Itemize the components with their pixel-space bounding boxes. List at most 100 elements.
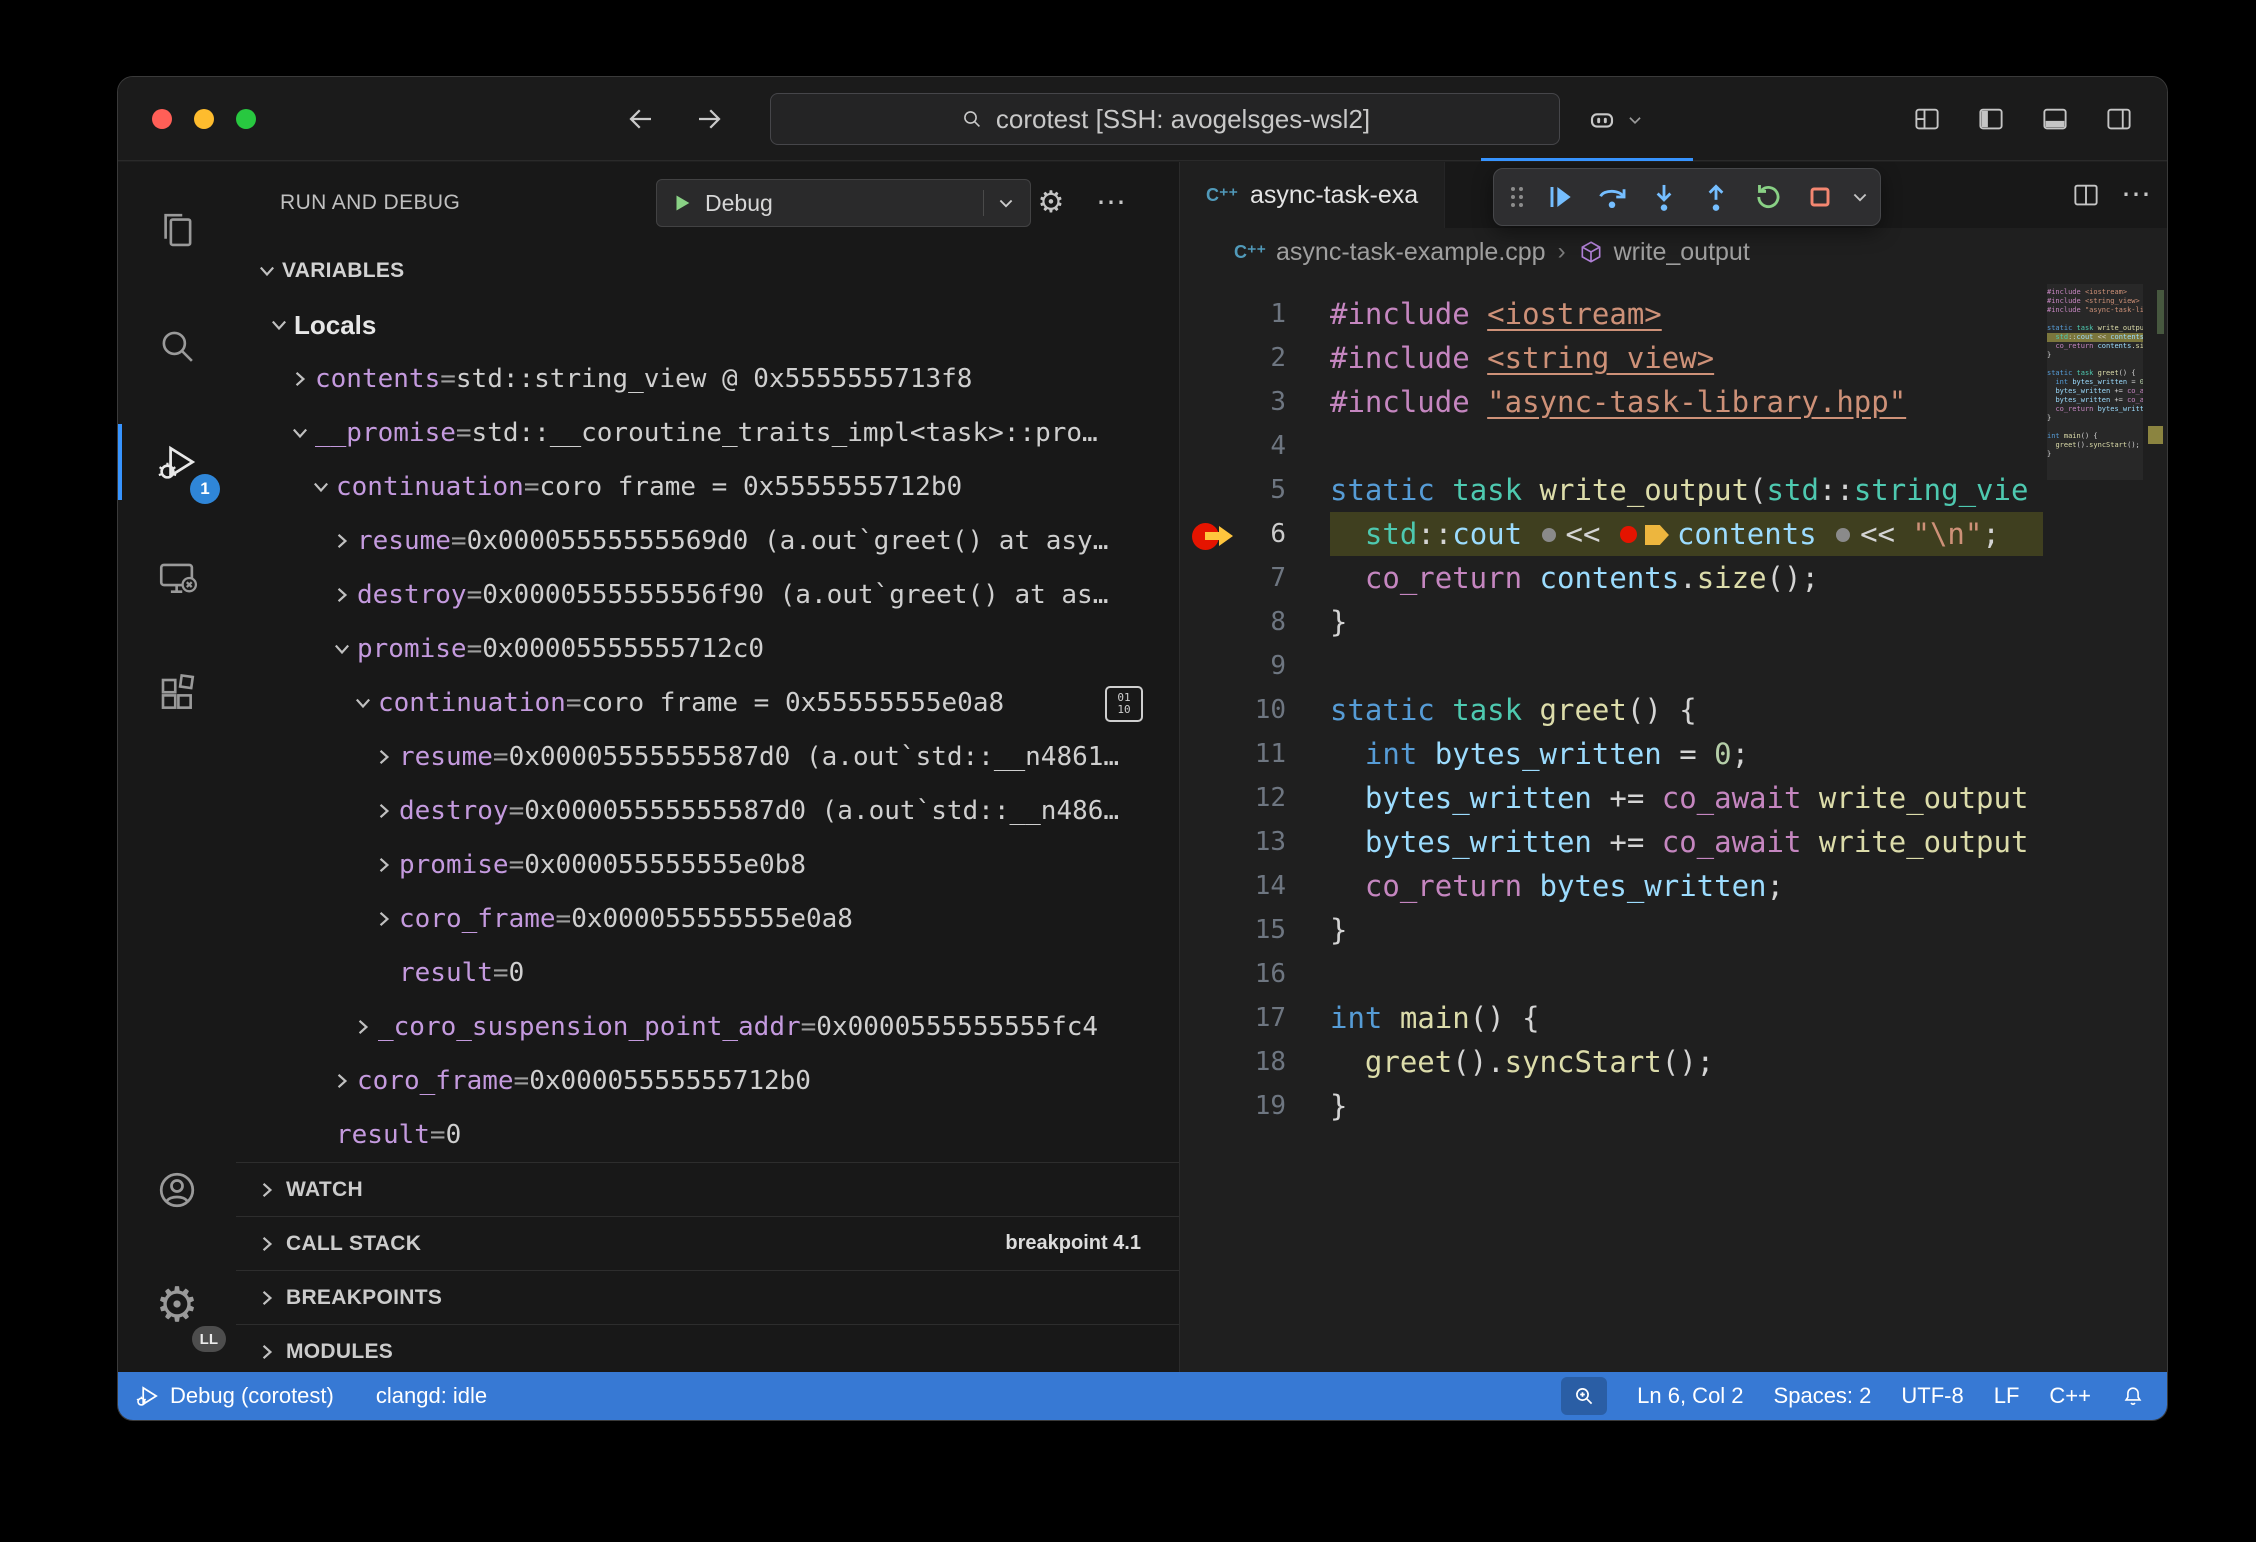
indentation-item[interactable]: Spaces: 2 — [1774, 1383, 1872, 1409]
toggle-primary-sidebar-button[interactable] — [1969, 95, 2013, 143]
current-line-indicator[interactable] — [1190, 514, 1250, 558]
line-number[interactable]: 13 — [1180, 820, 1330, 864]
stop-button[interactable] — [1798, 174, 1842, 220]
toggle-panel-button[interactable] — [2033, 95, 2077, 143]
line-number[interactable]: 10 — [1180, 688, 1330, 732]
line-number[interactable]: 7 — [1180, 556, 1330, 600]
execution-pointer-icon[interactable] — [1645, 525, 1669, 545]
code-line[interactable]: #include <iostream> — [1330, 292, 2043, 336]
debug-session-chevron[interactable] — [1850, 187, 1870, 207]
continue-button[interactable] — [1538, 174, 1582, 220]
line-number[interactable]: 1 — [1180, 292, 1330, 336]
activity-explorer[interactable] — [118, 172, 236, 288]
minimize-window-button[interactable] — [194, 109, 214, 129]
step-out-button[interactable] — [1694, 174, 1738, 220]
line-number[interactable]: 2 — [1180, 336, 1330, 380]
variable-row[interactable]: resume = 0x00005555555569d0 (a.out`greet… — [236, 514, 1179, 568]
chevron-down-icon[interactable] — [285, 418, 315, 448]
inline-breakpoint-candidate-icon[interactable] — [1542, 528, 1556, 542]
chevron-right-icon[interactable] — [369, 850, 399, 880]
encoding-item[interactable]: UTF-8 — [1901, 1383, 1963, 1409]
overview-ruler[interactable] — [2145, 276, 2167, 1372]
zoom-status-item[interactable] — [1561, 1377, 1607, 1415]
fullscreen-window-button[interactable] — [236, 109, 256, 129]
activity-run-and-debug[interactable]: 1 — [118, 404, 236, 520]
variable-row[interactable]: promise = 0x00005555555712c0 — [236, 622, 1179, 676]
variable-row[interactable]: result = 0 — [236, 946, 1179, 1000]
eol-item[interactable]: LF — [1994, 1383, 2020, 1409]
chevron-right-icon[interactable] — [252, 1229, 282, 1259]
chevron-right-icon[interactable] — [327, 1066, 357, 1096]
line-number[interactable]: 18 — [1180, 1040, 1330, 1084]
section-call-stack[interactable]: CALL STACKbreakpoint 4.1 — [236, 1216, 1179, 1270]
notifications-button[interactable] — [2121, 1384, 2145, 1408]
line-number[interactable]: 15 — [1180, 908, 1330, 952]
chevron-right-icon[interactable] — [348, 1012, 378, 1042]
chevron-down-icon[interactable] — [306, 472, 336, 502]
restart-button[interactable] — [1746, 174, 1790, 220]
code-line[interactable]: int main() { — [1330, 996, 2043, 1040]
toggle-secondary-sidebar-button[interactable] — [2097, 95, 2141, 143]
language-mode-item[interactable]: C++ — [2049, 1383, 2091, 1409]
variable-row[interactable]: contents = std::string_view @ 0x55555557… — [236, 352, 1179, 406]
settings-button[interactable]: ⚙ LL — [118, 1248, 236, 1364]
code-line[interactable]: int bytes_written = 0; — [1330, 732, 2043, 776]
breadcrumb-symbol[interactable]: write_output — [1578, 238, 1750, 267]
code-line[interactable]: co_return contents.size(); — [1330, 556, 2043, 600]
customize-layout-button[interactable] — [1905, 95, 1949, 143]
variable-row[interactable]: promise = 0x000055555555e0b8 — [236, 838, 1179, 892]
variable-row[interactable]: continuation = coro frame = 0x55555555e0… — [236, 676, 1179, 730]
code-line[interactable]: #include "async-task-library.hpp" — [1330, 380, 2043, 424]
line-number[interactable]: 5 — [1180, 468, 1330, 512]
start-debug-icon[interactable] — [671, 192, 693, 214]
chevron-down-icon[interactable] — [327, 634, 357, 664]
section-watch[interactable]: WATCH — [236, 1162, 1179, 1216]
code-line[interactable]: greet().syncStart(); — [1330, 1040, 2043, 1084]
code-line[interactable] — [1330, 952, 2043, 996]
code-line[interactable]: std::cout << contents << "\n"; — [1330, 512, 2043, 556]
clangd-status-item[interactable]: clangd: idle — [376, 1383, 487, 1409]
line-number[interactable]: 4 — [1180, 424, 1330, 468]
chevron-right-icon[interactable] — [252, 1175, 282, 1205]
variable-row[interactable]: continuation = coro frame = 0x5555555712… — [236, 460, 1179, 514]
toolbar-drag-handle[interactable] — [1504, 174, 1530, 220]
copilot-button[interactable] — [1586, 95, 1644, 145]
tab-async-task-example[interactable]: C⁺⁺ async-task-exa — [1180, 162, 1445, 228]
line-number[interactable]: 19 — [1180, 1084, 1330, 1128]
variable-row[interactable]: result = 0 — [236, 1108, 1179, 1162]
debug-status-item[interactable]: Debug (corotest) — [134, 1383, 334, 1409]
chevron-down-icon[interactable] — [348, 688, 378, 718]
binary-view-icon[interactable]: 0110 — [1105, 686, 1143, 722]
code-line[interactable]: static task greet() { — [1330, 688, 2043, 732]
variable-row[interactable]: coro_frame = 0x000055555555e0a8 — [236, 892, 1179, 946]
section-modules[interactable]: MODULES — [236, 1324, 1179, 1372]
chevron-right-icon[interactable] — [327, 580, 357, 610]
code-line[interactable]: co_return bytes_written; — [1330, 864, 2043, 908]
minimap[interactable]: #include <iostream>#include <string_view… — [2047, 288, 2143, 459]
breadcrumb-file[interactable]: C⁺⁺ async-task-example.cpp — [1234, 238, 1546, 267]
chevron-down-icon[interactable] — [252, 256, 282, 286]
debug-config-dropdown[interactable]: Debug — [656, 179, 1031, 227]
chevron-right-icon[interactable] — [327, 526, 357, 556]
variables-section-header[interactable]: VARIABLES — [236, 244, 1179, 298]
code-line[interactable] — [1330, 424, 2043, 468]
editor-more-actions-button[interactable]: ⋯ — [2121, 180, 2151, 210]
back-button[interactable] — [618, 95, 664, 143]
code-line[interactable]: } — [1330, 908, 2043, 952]
step-over-button[interactable] — [1590, 174, 1634, 220]
inline-breakpoint-candidate-icon[interactable] — [1836, 528, 1850, 542]
close-window-button[interactable] — [152, 109, 172, 129]
line-number[interactable]: 11 — [1180, 732, 1330, 776]
scope-row-locals[interactable]: Locals — [236, 298, 1179, 352]
section-breakpoints[interactable]: BREAKPOINTS — [236, 1270, 1179, 1324]
variable-row[interactable]: destroy = 0x00005555555587d0 (a.out`std:… — [236, 784, 1179, 838]
code-line[interactable]: bytes_written += co_await write_output — [1330, 776, 2043, 820]
chevron-right-icon[interactable] — [285, 364, 315, 394]
line-number[interactable]: 14 — [1180, 864, 1330, 908]
command-center-search[interactable]: corotest [SSH: avogelsges-wsl2] — [770, 93, 1560, 145]
variable-row[interactable]: resume = 0x00005555555587d0 (a.out`std::… — [236, 730, 1179, 784]
chevron-right-icon[interactable] — [252, 1283, 282, 1313]
code-line[interactable]: #include <string_view> — [1330, 336, 2043, 380]
line-number[interactable]: 12 — [1180, 776, 1330, 820]
chevron-right-icon[interactable] — [369, 796, 399, 826]
